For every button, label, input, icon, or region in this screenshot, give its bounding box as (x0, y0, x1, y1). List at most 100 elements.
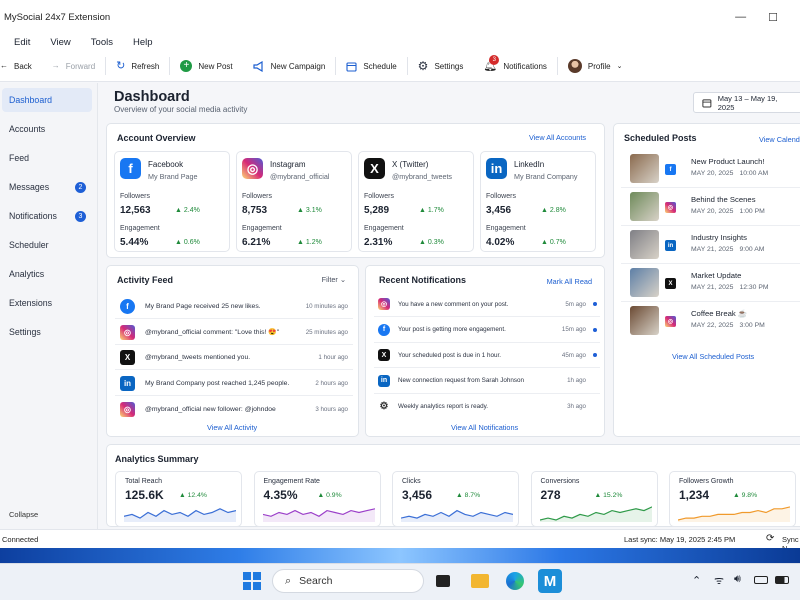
taskbar: ⌕ Search M ⌃ ᯤ 🔊︎ (0, 563, 800, 600)
filter-dropdown[interactable]: Filter ⌄ (322, 275, 346, 284)
followers-label: Followers (486, 193, 516, 200)
view-all-accounts-link[interactable]: View All Accounts (529, 133, 586, 142)
activity-row[interactable]: ◎ @mybrand_official comment: "Love this! … (115, 321, 353, 345)
back-button[interactable]: ← Back (0, 51, 42, 81)
sync-icon[interactable]: ⟳ (766, 533, 774, 544)
followers-value: 8,753 (242, 205, 268, 216)
battery-icon[interactable] (775, 576, 789, 584)
activity-row[interactable]: in My Brand Company post reached 1,245 pe… (115, 372, 353, 396)
activity-row[interactable]: f My Brand Page received 25 new likes. 10 … (115, 295, 353, 319)
sparkline-area (262, 508, 375, 522)
volume-icon[interactable]: 🔊︎ (734, 573, 741, 586)
file-explorer-icon[interactable] (470, 571, 490, 591)
account-name: Instagram (270, 160, 306, 169)
notification-row[interactable]: in New connection request from Sarah John… (374, 369, 600, 394)
sidebar-item-messages[interactable]: Messages 2 (2, 175, 92, 199)
unread-dot (593, 327, 597, 332)
activity-time: 25 minutes ago (305, 328, 348, 336)
sidebar-item-feed[interactable]: Feed (2, 146, 92, 170)
task-view-icon[interactable] (433, 571, 453, 591)
sidebar-item-dashboard[interactable]: Dashboard (2, 88, 92, 112)
filter-label: Filter (321, 275, 338, 284)
page-title: Dashboard (114, 89, 190, 105)
notification-text: You have a new comment on your post. (398, 300, 509, 308)
sidebar-item-scheduler[interactable]: Scheduler (2, 233, 92, 257)
notification-row[interactable]: X Your scheduled post is due in 1 hour. 45… (374, 343, 600, 368)
scheduled-post-item[interactable]: f New Product Launch! MAY 20, 2025 10:00 AM (621, 152, 800, 188)
profile-button[interactable]: Profile ⌄ (558, 51, 633, 81)
battery-icon[interactable] (754, 576, 768, 584)
notification-text: Your post is getting more engagement. (398, 326, 506, 333)
scheduled-post-title: Coffee Break ☕ (691, 309, 748, 318)
post-thumbnail (630, 192, 659, 221)
scheduled-post-time: 9:00 AM (739, 246, 765, 253)
view-all-activity-link[interactable]: View All Activity (207, 423, 257, 432)
edge-browser-icon[interactable] (505, 571, 525, 591)
view-all-scheduled-posts-link[interactable]: View All Scheduled Posts (672, 352, 754, 361)
mysocial-app-icon[interactable]: M (538, 569, 562, 593)
metric-card[interactable]: Conversions 278 ▲ 15.2% (530, 471, 658, 527)
sparkline-chart (124, 508, 236, 522)
metric-card[interactable]: Followers Growth 1,234 ▲ 9.8% (669, 471, 796, 527)
view-calendar-link[interactable]: View Calendar (759, 135, 800, 144)
scheduled-post-item[interactable]: in Industry Insights MAY 21, 2025 9:00 AM (621, 228, 800, 264)
new-campaign-button[interactable]: New Campaign (243, 51, 336, 81)
forward-button[interactable]: → Forward (42, 51, 105, 81)
notification-row[interactable]: ⚙ Weekly analytics report is ready. 3h ago (374, 394, 600, 419)
notifications-button[interactable]: 🔔︎ 3 Notifications (473, 51, 557, 81)
sidebar-item-analytics[interactable]: Analytics (2, 262, 92, 286)
minimize-icon[interactable]: — (735, 11, 746, 24)
chevron-up-icon[interactable]: ⌃ (692, 574, 701, 587)
account-card[interactable]: ◎ Instagram @mybrand_official Followers 8,75… (236, 151, 352, 252)
metric-change-value: 15.2% (603, 492, 623, 499)
bell-icon: 🔔︎ 3 (483, 54, 500, 72)
menu-edit[interactable]: Edit (14, 37, 30, 48)
sidebar-item-accounts[interactable]: Accounts (2, 117, 92, 141)
date-range-picker[interactable]: May 13 – May 19, 2025 ⌄ (693, 92, 800, 113)
taskbar-search[interactable]: ⌕ Search (272, 569, 424, 593)
schedule-button[interactable]: Schedule (336, 51, 406, 81)
scheduled-post-item[interactable]: ◎ Behind the Scenes MAY 20, 2025 1:00 PM (621, 190, 800, 226)
scheduled-post-date: MAY 21, 2025 (691, 246, 734, 253)
view-all-notifications-link[interactable]: View All Notifications (451, 423, 518, 432)
sidebar-item-label: Settings (9, 327, 41, 337)
scheduled-post-item[interactable]: ◎ Coffee Break ☕ MAY 22, 2025 3:00 PM (621, 304, 800, 340)
sync-now-button[interactable]: Sync N (782, 535, 800, 548)
forward-label: Forward (65, 61, 96, 71)
activity-row[interactable]: ◎ @mybrand_official new follower: @johndo… (115, 397, 353, 421)
windows-start-icon[interactable] (242, 571, 262, 591)
account-card[interactable]: X X (Twitter) @mybrand_tweets Followers 5,28… (358, 151, 474, 252)
settings-button[interactable]: ⚙ Settings (408, 51, 474, 81)
activity-row[interactable]: X @mybrand_tweets mentioned you. 1 hour ag… (115, 346, 353, 370)
notifications-count-badge: 3 (75, 210, 86, 222)
menu-view[interactable]: View (50, 37, 70, 48)
new-post-button[interactable]: + New Post (170, 51, 242, 81)
scheduled-post-item[interactable]: X Market Update MAY 21, 2025 12:30 PM (621, 266, 800, 302)
trend-up-icon: ▲ (419, 239, 428, 246)
menu-help[interactable]: Help (133, 37, 153, 48)
wifi-icon[interactable]: ᯤ (714, 573, 724, 588)
maximize-icon[interactable]: ☐ (768, 11, 778, 24)
menu-tools[interactable]: Tools (91, 37, 113, 48)
desktop-wallpaper (0, 548, 800, 563)
linkedin-icon: in (665, 240, 676, 251)
account-name: X (Twitter) (392, 160, 429, 169)
notification-row[interactable]: f Your post is getting more engagement. 15… (374, 318, 600, 343)
mark-all-read-link[interactable]: Mark All Read (547, 277, 592, 286)
scheduled-post-date: MAY 20, 2025 (691, 208, 734, 215)
account-card[interactable]: in LinkedIn My Brand Company Followers 3,456… (480, 151, 596, 252)
sidebar-item-notifications[interactable]: Notifications 3 (2, 204, 92, 228)
sidebar-item-settings[interactable]: Settings (2, 320, 92, 344)
activity-text: @mybrand_tweets mentioned you. (145, 354, 251, 361)
metric-card[interactable]: Total Reach 125.6K ▲ 12.4% (115, 471, 242, 527)
account-card[interactable]: f Facebook My Brand Page Followers 12,563 ▲ 2… (114, 151, 230, 252)
metric-card[interactable]: Engagement Rate 4.35% ▲ 0.9% (253, 471, 381, 527)
collapse-button[interactable]: Collapse (9, 510, 38, 519)
engagement-label: Engagement (486, 225, 526, 232)
engagement-change-value: 0.6% (183, 239, 200, 246)
metric-card[interactable]: Clicks 3,456 ▲ 8.7% (392, 471, 519, 527)
sidebar-item-extensions[interactable]: Extensions (2, 291, 92, 315)
followers-label: Followers (120, 193, 150, 200)
notification-row[interactable]: ◎ You have a new comment on your post. 5m … (374, 292, 600, 317)
refresh-button[interactable]: ↻ Refresh (106, 51, 169, 81)
